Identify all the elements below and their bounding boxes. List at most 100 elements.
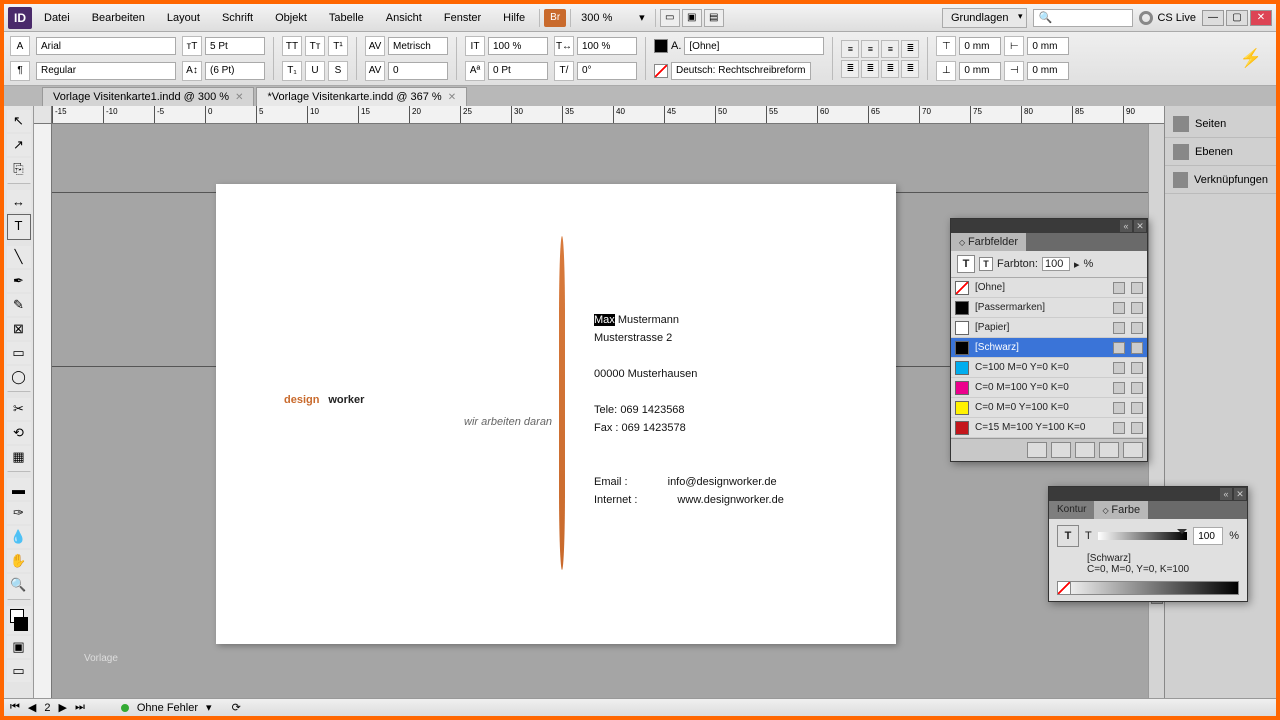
document-page[interactable]	[216, 184, 896, 644]
justify-left-icon[interactable]: ≣	[841, 60, 859, 78]
tint-value-input[interactable]	[1193, 527, 1223, 545]
minimize-button[interactable]: —	[1202, 10, 1224, 26]
eyedropper-tool-icon[interactable]: 💧	[7, 526, 31, 548]
fill-proxy-icon[interactable]: T	[1057, 525, 1079, 547]
skew-input[interactable]	[577, 62, 637, 80]
inset-left-input[interactable]	[1027, 37, 1069, 55]
swatch-row[interactable]: [Schwarz]	[951, 338, 1147, 358]
panel-pages[interactable]: Seiten	[1165, 110, 1276, 138]
justify-icon[interactable]: ≣	[901, 40, 919, 58]
first-page-icon[interactable]: ⏮	[10, 701, 20, 714]
collapse-panel-icon[interactable]: «	[1220, 488, 1232, 500]
rect-tool-icon[interactable]: ▭	[7, 342, 31, 364]
kerning-input[interactable]	[388, 37, 448, 55]
prev-page-icon[interactable]: ◀	[28, 701, 36, 714]
cs-live-button[interactable]: CS Live	[1139, 11, 1196, 25]
collapse-panel-icon[interactable]: «	[1120, 220, 1132, 232]
justify-center-icon[interactable]: ≣	[861, 60, 879, 78]
workspace-switcher[interactable]: Grundlagen	[942, 8, 1028, 28]
swatch-row[interactable]: [Ohne]	[951, 278, 1147, 298]
panel-links[interactable]: Verknüpfungen	[1165, 166, 1276, 194]
smallcaps-icon[interactable]: Tᴛ	[305, 36, 325, 56]
format-container-icon[interactable]: ▣	[7, 636, 31, 658]
close-button[interactable]: ✕	[1250, 10, 1272, 26]
fill-proxy-icon[interactable]: T	[957, 255, 975, 273]
tab-doc-1[interactable]: Vorlage Visitenkarte1.indd @ 300 %✕	[42, 87, 254, 106]
view-options-icon[interactable]: ▭	[660, 9, 680, 27]
swatches-tab[interactable]: ◇ Farbfelder	[951, 233, 1026, 251]
strikethrough-icon[interactable]: S	[328, 61, 348, 81]
preflight-status[interactable]: Ohne Fehler	[137, 702, 198, 714]
chevron-down-icon[interactable]: ▾	[639, 11, 645, 24]
open-button-icon[interactable]: ⟳	[232, 701, 241, 714]
tab-doc-2[interactable]: *Vorlage Visitenkarte.indd @ 367 %✕	[256, 87, 467, 106]
font-style-input[interactable]	[36, 62, 176, 80]
close-tab-icon[interactable]: ✕	[448, 92, 456, 103]
swatch-row[interactable]: C=0 M=100 Y=0 K=0	[951, 378, 1147, 398]
note-tool-icon[interactable]: ✑	[7, 502, 31, 524]
pen-tool-icon[interactable]: ✒	[7, 270, 31, 292]
justify-right-icon[interactable]: ≣	[881, 60, 899, 78]
screen-mode-icon[interactable]: ▣	[682, 9, 702, 27]
last-page-icon[interactable]: ⏭	[75, 701, 85, 714]
page-number[interactable]: 2	[44, 702, 50, 714]
vertical-scrollbar[interactable]	[1148, 124, 1164, 698]
maximize-button[interactable]: ▢	[1226, 10, 1248, 26]
menu-type[interactable]: Schrift	[212, 8, 263, 28]
stroke-tab[interactable]: Kontur	[1049, 501, 1094, 519]
font-family-input[interactable]	[36, 37, 176, 55]
swatch-row[interactable]: C=100 M=0 Y=0 K=0	[951, 358, 1147, 378]
fill-icon[interactable]	[654, 39, 668, 53]
menu-layout[interactable]: Layout	[157, 8, 210, 28]
color-tab[interactable]: ◇ Farbe	[1094, 501, 1148, 519]
bridge-button[interactable]: Br	[544, 9, 566, 27]
type-tool-icon[interactable]: T	[7, 214, 31, 240]
page-tool-icon[interactable]: ⎘	[7, 158, 31, 184]
close-panel-icon[interactable]: ✕	[1234, 488, 1246, 500]
swatch-row[interactable]: C=0 M=0 Y=100 K=0	[951, 398, 1147, 418]
allcaps-icon[interactable]: TT	[282, 36, 302, 56]
next-page-icon[interactable]: ▶	[59, 701, 67, 714]
superscript-icon[interactable]: T¹	[328, 36, 348, 56]
rect-frame-tool-icon[interactable]: ⊠	[7, 318, 31, 340]
color-spectrum[interactable]	[1057, 581, 1239, 595]
new-swatch-icon[interactable]	[1075, 442, 1095, 458]
canvas[interactable]: -15-10-505101520253035404550556065707580…	[34, 106, 1276, 698]
tracking-input[interactable]	[388, 62, 448, 80]
pencil-tool-icon[interactable]: ✎	[7, 294, 31, 316]
scissors-tool-icon[interactable]: ✂	[7, 398, 31, 420]
delete-swatch-icon[interactable]	[1123, 442, 1143, 458]
menu-object[interactable]: Objekt	[265, 8, 317, 28]
align-center-icon[interactable]: ≡	[861, 40, 879, 58]
horizontal-ruler[interactable]: -15-10-505101520253035404550556065707580…	[52, 106, 1276, 124]
new-swatch-folder-icon[interactable]	[1051, 442, 1071, 458]
line-tool-icon[interactable]: ╲	[7, 246, 31, 268]
swatch-row[interactable]: [Passermarken]	[951, 298, 1147, 318]
align-right-icon[interactable]: ≡	[881, 40, 899, 58]
vscale-input[interactable]	[488, 37, 548, 55]
ellipse-tool-icon[interactable]: ◯	[7, 366, 31, 392]
arrange-icon[interactable]: ▤	[704, 9, 724, 27]
tint-slider[interactable]	[1098, 532, 1187, 540]
subscript-icon[interactable]: T₁	[282, 61, 302, 81]
tint-value-input[interactable]: 100	[1042, 257, 1070, 271]
para-format-icon[interactable]: ¶	[10, 61, 30, 81]
menu-edit[interactable]: Bearbeiten	[82, 8, 155, 28]
text-frame[interactable]: Max Mustermann Musterstrasse 2 00000 Mus…	[594, 311, 784, 509]
screen-mode-tool-icon[interactable]: ▭	[7, 660, 31, 682]
zoom-tool-icon[interactable]: 🔍	[7, 574, 31, 600]
selection-tool-icon[interactable]: ↖	[7, 110, 31, 132]
swatch-row[interactable]: C=15 M=100 Y=100 K=0	[951, 418, 1147, 438]
baseline-input[interactable]	[488, 62, 548, 80]
search-input[interactable]: 🔍	[1033, 9, 1133, 27]
panel-layers[interactable]: Ebenen	[1165, 138, 1276, 166]
language-input[interactable]	[671, 62, 811, 80]
inset-bottom-input[interactable]	[959, 62, 1001, 80]
swatch-options-icon[interactable]	[1027, 442, 1047, 458]
inset-top-input[interactable]	[959, 37, 1001, 55]
align-left-icon[interactable]: ≡	[841, 40, 859, 58]
menu-table[interactable]: Tabelle	[319, 8, 374, 28]
ruler-origin[interactable]	[34, 106, 52, 124]
font-size-input[interactable]	[205, 37, 265, 55]
swatches-panel[interactable]: «✕ ◇ Farbfelder T T Farbton: 100 ▸ % [Oh…	[950, 218, 1148, 462]
